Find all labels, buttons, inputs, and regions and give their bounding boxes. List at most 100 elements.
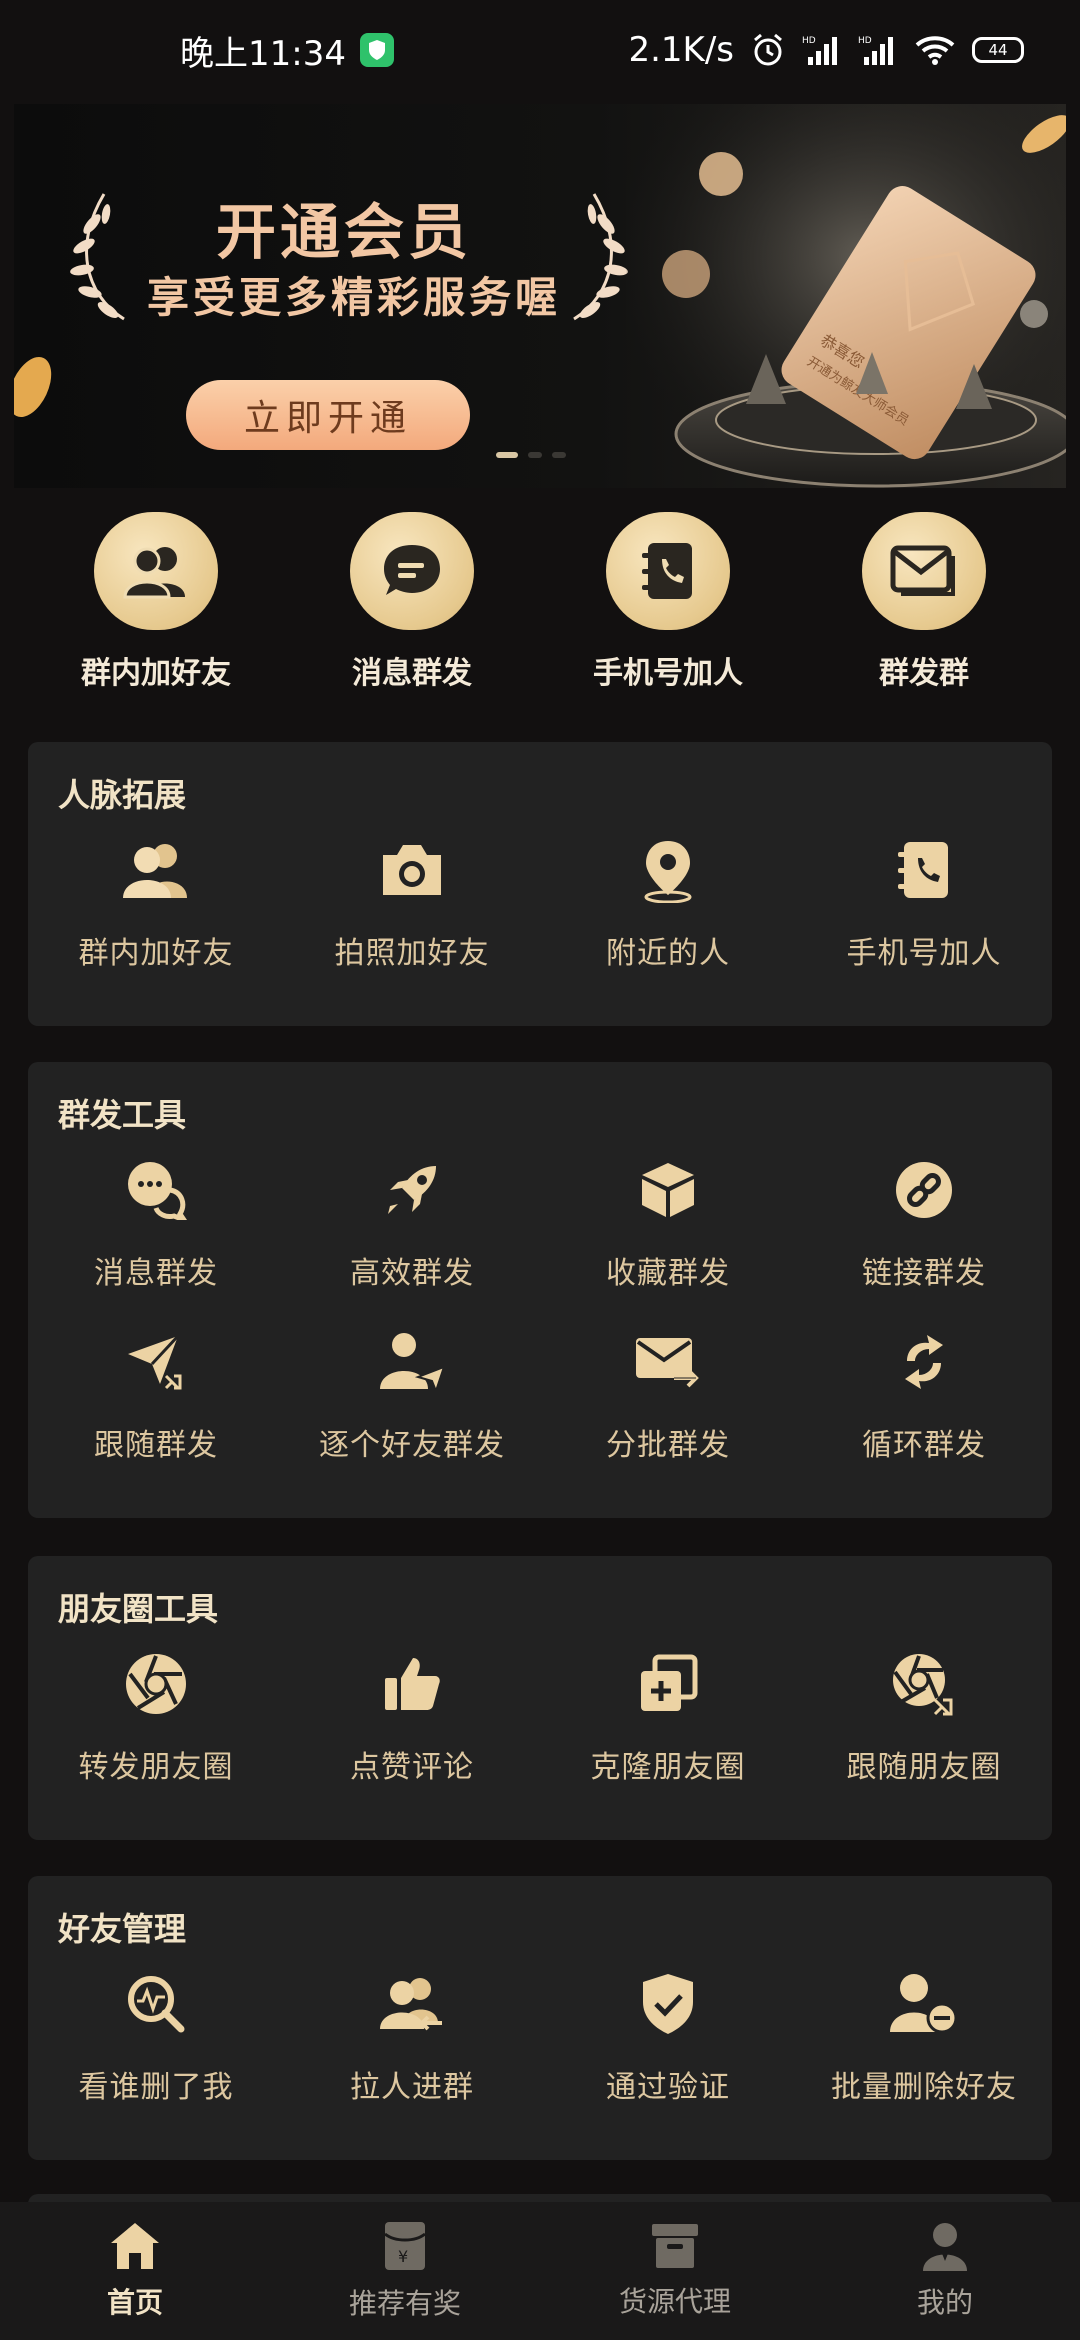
tool-photo-add-friend[interactable]: 拍照加好友 [284, 834, 540, 1006]
nav-profile[interactable]: 我的 [835, 2221, 1055, 2321]
nav-label: 货源代理 [618, 2285, 731, 2318]
quick-label: 群发群 [879, 656, 969, 691]
mail-icon [862, 512, 986, 630]
tool-one-by-one-broadcast[interactable]: 逐个好友群发 [284, 1326, 540, 1498]
nav-supply-agent[interactable]: 货源代理 [565, 2222, 785, 2320]
rocket-icon [376, 1154, 448, 1226]
users-icon [120, 834, 192, 906]
nav-label: 推荐有奖 [348, 2287, 461, 2320]
section-title: 人脉拓展 [58, 776, 187, 814]
send-shuffle-icon [120, 1326, 192, 1398]
tool-label: 拉人进群 [350, 2070, 474, 2105]
search-pulse-icon [120, 1968, 192, 2040]
vip-card-illustration: 恭喜您 开通为鲸友大师会员 [626, 104, 1066, 488]
aperture-shuffle-icon [888, 1648, 960, 1720]
tool-label: 批量删除好友 [831, 2070, 1017, 2105]
tool-clone-moments[interactable]: 克隆朋友圈 [540, 1648, 796, 1820]
tool-batch-broadcast[interactable]: 分批群发 [540, 1326, 796, 1498]
link-icon [888, 1154, 960, 1226]
aperture-icon [120, 1648, 192, 1720]
indicator-dot [496, 452, 518, 458]
user-icon [923, 2223, 967, 2271]
contacts-icon [94, 512, 218, 630]
tool-like-comment[interactable]: 点赞评论 [284, 1648, 540, 1820]
laurel-left-icon [70, 193, 125, 321]
tool-label: 转发朋友圈 [78, 1750, 234, 1785]
signal-2-icon: HD [858, 36, 893, 65]
chat-icon [350, 512, 474, 630]
section-title: 群发工具 [58, 1096, 187, 1134]
quick-label: 消息群发 [352, 656, 472, 691]
nav-referral[interactable]: ¥ 推荐有奖 [295, 2220, 515, 2322]
section-network-expansion: 人脉拓展 群内加好友 拍照加好友 附近的人 手机号加人 [28, 742, 1052, 1026]
signal-1-icon: HD [802, 36, 837, 65]
tool-link-broadcast[interactable]: 链接群发 [796, 1154, 1052, 1326]
quick-item-message-broadcast[interactable]: 消息群发 [312, 512, 512, 692]
tool-nearby-people[interactable]: 附近的人 [540, 834, 796, 1006]
tool-label: 逐个好友群发 [319, 1428, 505, 1463]
tool-label: 手机号加人 [846, 936, 1002, 971]
wifi-icon [915, 36, 955, 65]
tool-label: 拍照加好友 [334, 936, 490, 971]
svg-text:HD: HD [858, 36, 872, 46]
section-moments-tools: 朋友圈工具 转发朋友圈 点赞评论 克隆朋友圈 跟随朋友圈 [28, 1556, 1052, 1840]
status-left: 晚上11:34 [180, 26, 394, 75]
tool-forward-moments[interactable]: 转发朋友圈 [28, 1648, 284, 1820]
quick-label: 群内加好友 [81, 656, 231, 691]
tool-group-add-friend[interactable]: 群内加好友 [28, 834, 284, 1006]
quick-actions: 群内加好友 消息群发 手机号加人 群发群 [0, 512, 1080, 692]
user-send-icon [376, 1326, 448, 1398]
mail-forward-icon [632, 1326, 704, 1398]
phone-book-icon [606, 512, 730, 630]
network-speed: 2.1K/s [628, 30, 734, 70]
tool-pull-into-group[interactable]: 拉人进群 [284, 1968, 540, 2140]
home-icon [111, 2223, 159, 2269]
tool-label: 收藏群发 [606, 1256, 730, 1291]
tool-label: 跟随朋友圈 [846, 1750, 1002, 1785]
section-title: 朋友圈工具 [58, 1590, 219, 1628]
quick-item-group-broadcast[interactable]: 群发群 [824, 512, 1024, 692]
status-bar: 晚上11:34 2.1K/s HD HD 44 [0, 0, 1080, 100]
tool-label: 通过验证 [606, 2070, 730, 2105]
tool-pass-verification[interactable]: 通过验证 [540, 1968, 796, 2140]
tool-label: 跟随群发 [94, 1428, 218, 1463]
tool-batch-delete-friends[interactable]: 批量删除好友 [796, 1968, 1052, 2140]
svg-text:¥: ¥ [398, 2247, 408, 2266]
shield-check-icon [632, 1968, 704, 2040]
nav-label: 我的 [916, 2286, 973, 2319]
bottom-navigation: 首页 ¥ 推荐有奖 货源代理 我的 [0, 2202, 1080, 2340]
section-title: 好友管理 [58, 1910, 187, 1948]
banner-indicator [496, 452, 566, 458]
add-copy-icon [632, 1648, 704, 1720]
tool-label: 高效群发 [350, 1256, 474, 1291]
location-pin-icon [632, 834, 704, 906]
tool-loop-broadcast[interactable]: 循环群发 [796, 1326, 1052, 1498]
membership-banner[interactable]: 开通会员 享受更多精彩服务喔 立即开通 恭喜您 开通为鲸友大师会员 [14, 104, 1066, 488]
tool-message-broadcast[interactable]: 消息群发 [28, 1154, 284, 1326]
chat-bubbles-icon [120, 1154, 192, 1226]
nav-label: 首页 [106, 2286, 163, 2319]
tool-follow-moments[interactable]: 跟随朋友圈 [796, 1648, 1052, 1820]
status-right: 2.1K/s HD HD 44 [628, 30, 1024, 70]
tool-favorite-broadcast[interactable]: 收藏群发 [540, 1154, 796, 1326]
nav-home[interactable]: 首页 [25, 2221, 245, 2321]
open-membership-button[interactable]: 立即开通 [186, 380, 470, 450]
users-arrow-icon [376, 1968, 448, 2040]
tool-label: 分批群发 [606, 1428, 730, 1463]
tool-follow-broadcast[interactable]: 跟随群发 [28, 1326, 284, 1498]
camera-icon [376, 834, 448, 906]
indicator-dot [552, 452, 566, 458]
quick-item-group-add-friend[interactable]: 群内加好友 [56, 512, 256, 692]
tool-label: 链接群发 [862, 1256, 986, 1291]
gift-bag-icon: ¥ [384, 2222, 426, 2270]
indicator-dot [528, 452, 542, 458]
status-time: 晚上11:34 [180, 33, 346, 74]
svg-text:HD: HD [802, 36, 816, 46]
tool-efficient-broadcast[interactable]: 高效群发 [284, 1154, 540, 1326]
tool-who-deleted-me[interactable]: 看谁删了我 [28, 1968, 284, 2140]
shield-icon [359, 33, 394, 67]
quick-item-phone-add[interactable]: 手机号加人 [568, 512, 768, 692]
coin-decoration-icon [14, 357, 52, 417]
tool-phone-add[interactable]: 手机号加人 [796, 834, 1052, 1006]
phone-book-icon [888, 834, 960, 906]
